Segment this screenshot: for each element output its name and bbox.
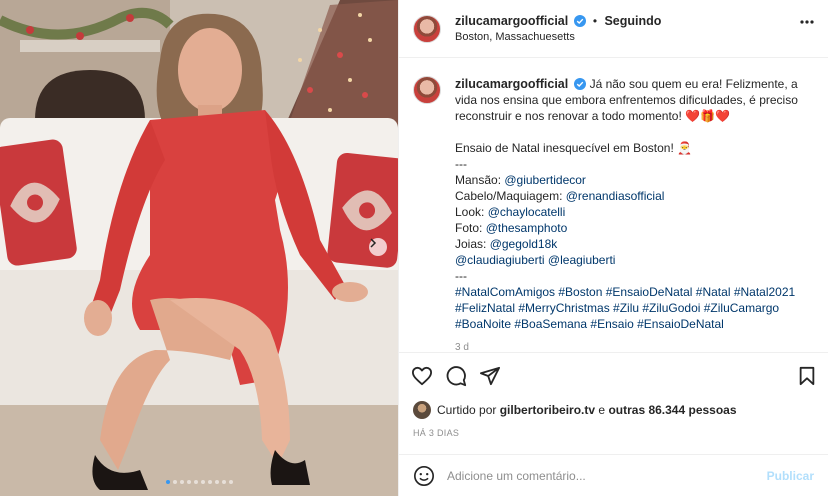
liker-username[interactable]: gilbertoribeiro.tv [500,403,595,417]
post-time[interactable]: HÁ 3 DIAS [413,428,459,438]
hashtags[interactable]: #NatalComAmigos #Boston #EnsaioDeNatal #… [455,284,814,332]
carousel-dot [221,480,226,484]
comment-button[interactable] [445,365,467,387]
liker-avatar[interactable] [413,401,431,419]
carousel-dot [179,480,184,484]
caption: zilucamargoofficial Já não sou quem eu e… [455,76,814,352]
mention-link[interactable]: @thesamphoto [486,221,568,235]
share-icon [479,366,500,385]
more-options-icon[interactable] [800,20,814,24]
carousel-dot [228,480,233,484]
verified-badge-icon [573,15,586,27]
following-button[interactable]: Seguindo [604,14,661,28]
carousel-dot [214,480,219,484]
author-username[interactable]: zilucamargoofficial [455,14,568,28]
extra-handles: @claudiagiuberti @leagiuberti [455,252,814,268]
mention-link[interactable]: @chaylocatelli [488,205,566,219]
credit-line: Joias: @gegold18k [455,236,814,252]
like-button[interactable] [411,366,433,386]
share-button[interactable] [479,366,501,386]
post-photo[interactable] [0,0,398,496]
heart-icon [411,366,432,385]
credit-line: Mansão: @giubertidecor [455,172,814,188]
carousel-indicator [0,480,398,484]
likes-summary: Curtido por gilbertoribeiro.tv e outras … [413,401,737,419]
next-photo-button[interactable] [369,238,387,256]
caption-author-avatar[interactable] [413,76,441,104]
mention-link[interactable]: @renandiasofficial [566,189,665,203]
credits-list: Mansão: @giubertidecor Cabelo/Maquiagem: … [455,172,814,252]
carousel-dot [207,480,212,484]
emoji-icon[interactable] [413,465,435,487]
likes-prefix: Curtido por [437,403,497,417]
comment-input[interactable]: Adicione um comentário... [447,469,767,483]
photo-illustration [0,0,398,496]
post-header: zilucamargoofficial • Seguindo Boston, M… [399,0,828,58]
verified-badge-icon [574,78,587,90]
credit-label: Joias: [455,237,490,251]
post-location[interactable]: Boston, Massachuesetts [455,31,661,43]
caption-area: zilucamargoofficial Já não sou quem eu e… [399,59,828,352]
post-side-panel: zilucamargoofficial • Seguindo Boston, M… [398,0,828,496]
credit-line: Foto: @thesamphoto [455,220,814,236]
credit-label: Foto: [455,221,486,235]
caption-timestamp: 3 d [455,342,469,352]
caption-separator: --- [455,157,467,171]
separator-bullet: • [592,14,598,28]
credit-line: Cabelo/Maquiagem: @renandiasofficial [455,188,814,204]
caption-line: Ensaio de Natal inesquecível em Boston! … [455,141,693,155]
publish-button[interactable]: Publicar [767,469,814,483]
bookmark-icon [799,366,815,385]
mention-link[interactable]: @claudiagiuberti [455,253,545,267]
carousel-dot [165,480,170,484]
action-bar [399,352,828,398]
carousel-dot [172,480,177,484]
likes-middle: e [598,403,606,417]
comment-icon [446,365,467,386]
header-text: zilucamargoofficial • Seguindo Boston, M… [455,14,661,43]
mention-link[interactable]: @gegold18k [490,237,558,251]
chevron-right-icon [370,238,377,248]
caption-separator: --- [455,269,467,283]
carousel-dot [200,480,205,484]
mention-link[interactable]: @giubertidecor [504,173,586,187]
credit-label: Look: [455,205,488,219]
comment-bar: Adicione um comentário... Publicar [399,454,828,496]
save-button[interactable] [798,366,816,386]
credit-label: Mansão: [455,173,505,187]
mention-link[interactable]: @leagiuberti [548,253,616,267]
credit-label: Cabelo/Maquiagem: [455,189,566,203]
credit-line: Look: @chaylocatelli [455,204,814,220]
likes-count[interactable]: outras 86.344 pessoas [608,403,736,417]
caption-username[interactable]: zilucamargoofficial [455,77,568,91]
carousel-dot [186,480,191,484]
carousel-dot [193,480,198,484]
author-avatar[interactable] [413,14,441,43]
